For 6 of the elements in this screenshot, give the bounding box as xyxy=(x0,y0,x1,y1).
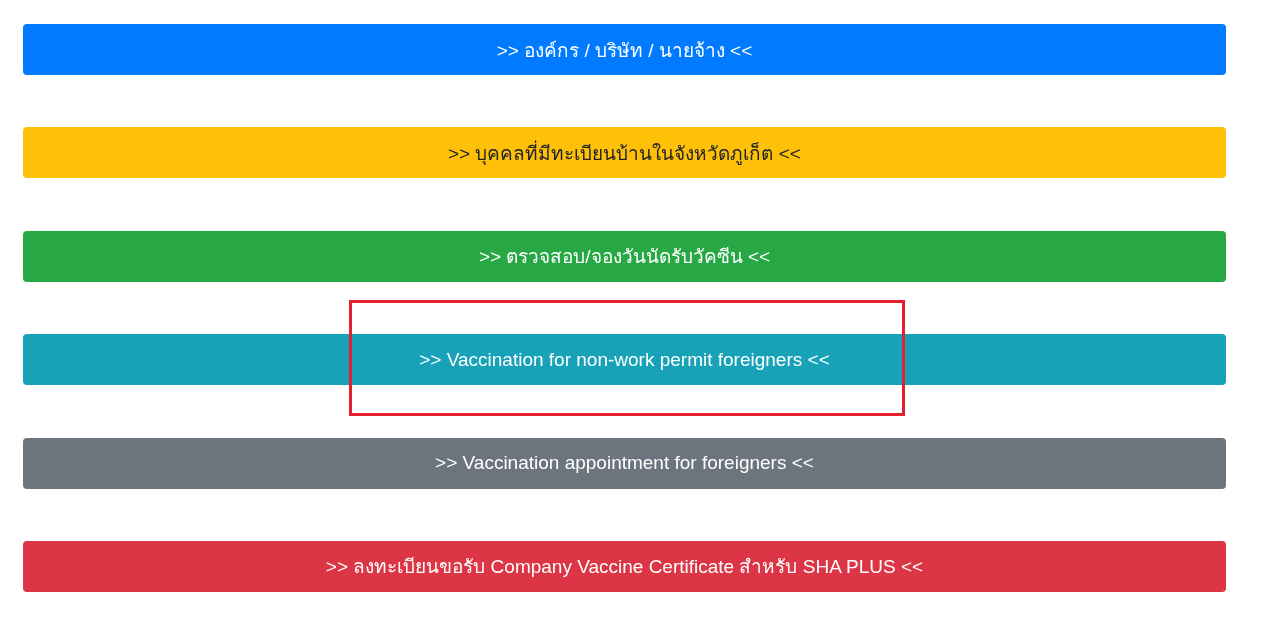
link-button[interactable]: >> บุคคลที่มีทะเบียนบ้านในจังหวัดภูเก็ต << xyxy=(23,127,1226,179)
link-button[interactable]: >> องค์กร / บริษัท / นายจ้าง << xyxy=(23,24,1226,75)
link-button[interactable]: >> ลงทะเบียนขอรับ Company Vaccine Certificate สำหรับ SHA PLUS << xyxy=(23,540,1226,592)
link-button[interactable]: >> ตรวจสอบ/จองวันนัดรับวัคซีน << xyxy=(23,230,1226,282)
link-button[interactable]: >> Vaccination for non-work permit foreigners << xyxy=(23,334,1226,386)
link-button[interactable]: >> Vaccination appointment for foreigners << xyxy=(23,437,1226,489)
